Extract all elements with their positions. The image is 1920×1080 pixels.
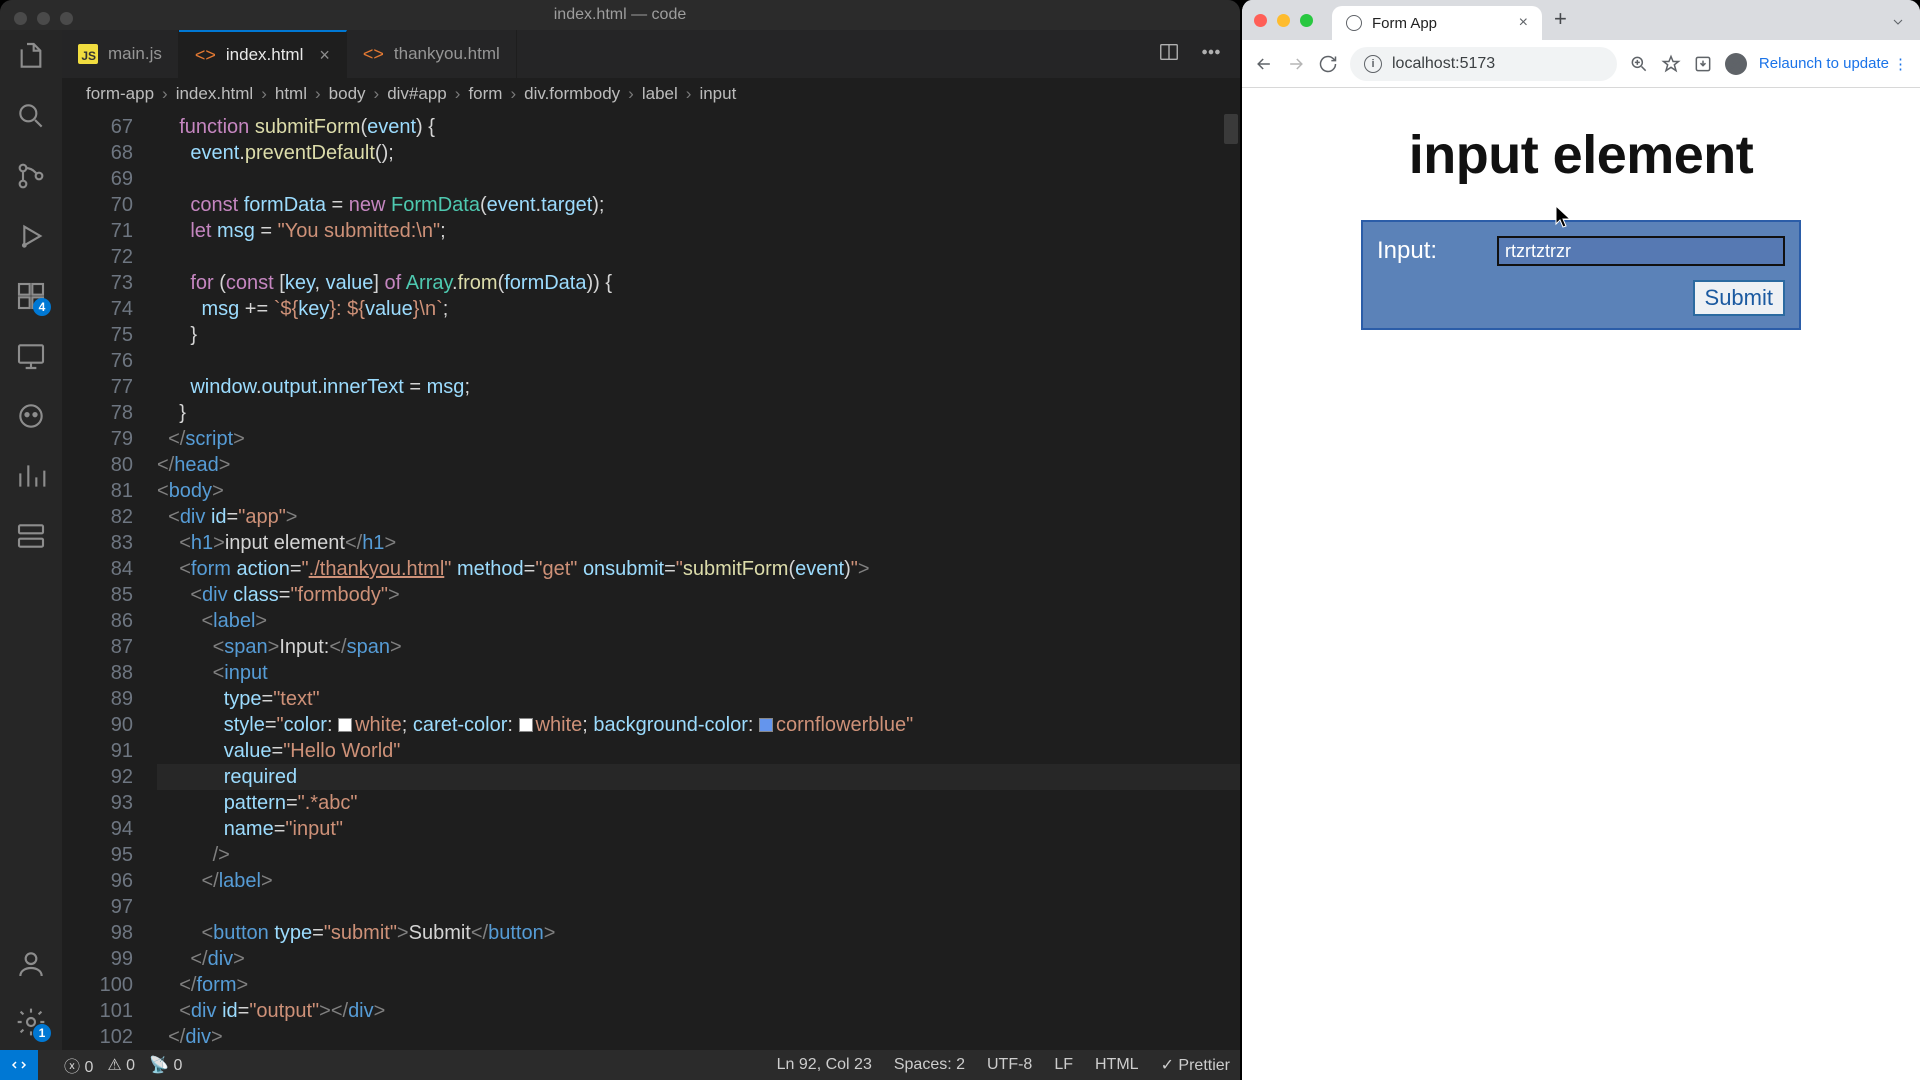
url-text[interactable]: localhost:5173 [1392,55,1495,73]
breadcrumb-item[interactable]: index.html [176,84,253,104]
run-debug-icon[interactable] [15,220,47,252]
chrome-window: Form App × + i localhost:5173 Relaunch t… [1240,0,1920,1080]
expand-tabs-icon[interactable] [1890,14,1906,35]
traffic-min[interactable] [37,12,50,25]
reload-button[interactable] [1318,54,1338,74]
breadcrumb-item[interactable]: form [468,84,502,104]
settings-badge: 1 [33,1024,51,1042]
traffic-close[interactable] [14,12,27,25]
more-actions-icon[interactable] [1200,41,1222,68]
text-input[interactable] [1497,236,1785,266]
status-indentation[interactable]: Spaces: 2 [894,1056,965,1074]
maximize-button[interactable] [1300,14,1313,27]
status-ports[interactable]: 📡 0 [149,1055,182,1075]
status-formatter[interactable]: ✓ Prettier [1161,1055,1230,1075]
minimap-slider[interactable] [1224,114,1238,144]
window-title: index.html — code [554,6,687,24]
bookmark-icon[interactable] [1661,54,1681,74]
tab-label: index.html [226,45,303,65]
line-numbers: 6768697071727374757677787980818283848586… [62,110,157,1050]
search-icon[interactable] [15,100,47,132]
vscode-body: 4 1 [0,30,1240,1050]
remote-explorer-icon[interactable] [15,340,47,372]
submit-button[interactable]: Submit [1693,280,1785,316]
breadcrumb-item[interactable]: div.formbody [524,84,620,104]
breadcrumb-item[interactable]: div#app [387,84,447,104]
site-info-icon[interactable]: i [1364,55,1382,73]
extensions-icon[interactable]: 4 [15,280,47,312]
back-button[interactable] [1254,54,1274,74]
explorer-icon[interactable] [15,40,47,72]
tab-label: main.js [108,44,162,64]
html-file-icon: <> [363,44,384,65]
status-errors[interactable]: ⓧ 0 [64,1053,93,1077]
chrome-toolbar: i localhost:5173 Relaunch to update ⋮ [1242,40,1920,88]
code-content[interactable]: function submitForm(event) { event.preve… [157,110,1240,1050]
status-cursor-position[interactable]: Ln 92, Col 23 [777,1056,872,1074]
activity-bar: 4 1 [0,30,62,1050]
status-warnings[interactable]: ⚠ 0 [107,1055,135,1075]
breadcrumb-item[interactable]: html [275,84,307,104]
breadcrumb-item[interactable]: body [329,84,366,104]
tabs-actions [1158,30,1240,78]
menu-icon[interactable]: ⋮ [1893,55,1908,73]
tab-close-icon[interactable]: × [1519,14,1528,32]
tab-label: thankyou.html [394,44,500,64]
chrome-titlebar: Form App × + [1242,0,1920,40]
tabs-bar: JS main.js <> index.html × <> thankyou.h… [62,30,1240,78]
profile-avatar[interactable] [1725,53,1747,75]
status-eol[interactable]: LF [1054,1056,1073,1074]
source-control-icon[interactable] [15,160,47,192]
forward-button[interactable] [1286,54,1306,74]
server-icon[interactable] [15,520,47,552]
tab-close-icon[interactable]: × [319,45,330,66]
graph-icon[interactable] [15,460,47,492]
page-content: input element Input: Submit [1242,88,1920,1080]
install-app-icon[interactable] [1693,54,1713,74]
status-language[interactable]: HTML [1095,1056,1139,1074]
site-favicon [1346,15,1362,31]
vscode-window: index.html — code 4 [0,0,1240,1080]
split-editor-icon[interactable] [1158,41,1180,68]
html-file-icon: <> [195,45,216,66]
js-file-icon: JS [78,44,98,64]
breadcrumb-item[interactable]: label [642,84,678,104]
breadcrumbs[interactable]: form-app›index.html›html›body›div#app›fo… [62,78,1240,110]
page-heading: input element [1292,124,1870,186]
extensions-badge: 4 [33,298,51,316]
tab-main-js[interactable]: JS main.js [62,30,179,78]
status-bar: ⓧ 0 ⚠ 0 📡 0 Ln 92, Col 23 Spaces: 2 UTF-… [0,1050,1240,1080]
input-label: Input: [1377,237,1437,265]
remote-indicator[interactable] [0,1050,38,1080]
account-icon[interactable] [15,948,47,980]
tab-index-html[interactable]: <> index.html × [179,30,347,78]
code-editor[interactable]: 6768697071727374757677787980818283848586… [62,110,1240,1050]
relaunch-button[interactable]: Relaunch to update ⋮ [1759,55,1908,73]
vscode-titlebar: index.html — code [0,0,1240,30]
form-body: Input: Submit [1361,220,1801,330]
new-tab-button[interactable]: + [1554,6,1567,32]
chrome-traffic-lights [1254,14,1313,27]
status-encoding[interactable]: UTF-8 [987,1056,1032,1074]
minimize-button[interactable] [1277,14,1290,27]
copilot-icon[interactable] [15,400,47,432]
zoom-icon[interactable] [1629,54,1649,74]
tab-title: Form App [1372,15,1437,32]
traffic-max[interactable] [60,12,73,25]
browser-tab[interactable]: Form App × [1332,6,1542,40]
editor-area: JS main.js <> index.html × <> thankyou.h… [62,30,1240,1050]
address-bar[interactable]: i localhost:5173 [1350,47,1617,81]
breadcrumb-item[interactable]: form-app [86,84,154,104]
tab-thankyou-html[interactable]: <> thankyou.html [347,30,517,78]
close-button[interactable] [1254,14,1267,27]
vscode-traffic-lights [14,12,73,25]
breadcrumb-item[interactable]: input [699,84,736,104]
settings-icon[interactable]: 1 [15,1006,47,1038]
